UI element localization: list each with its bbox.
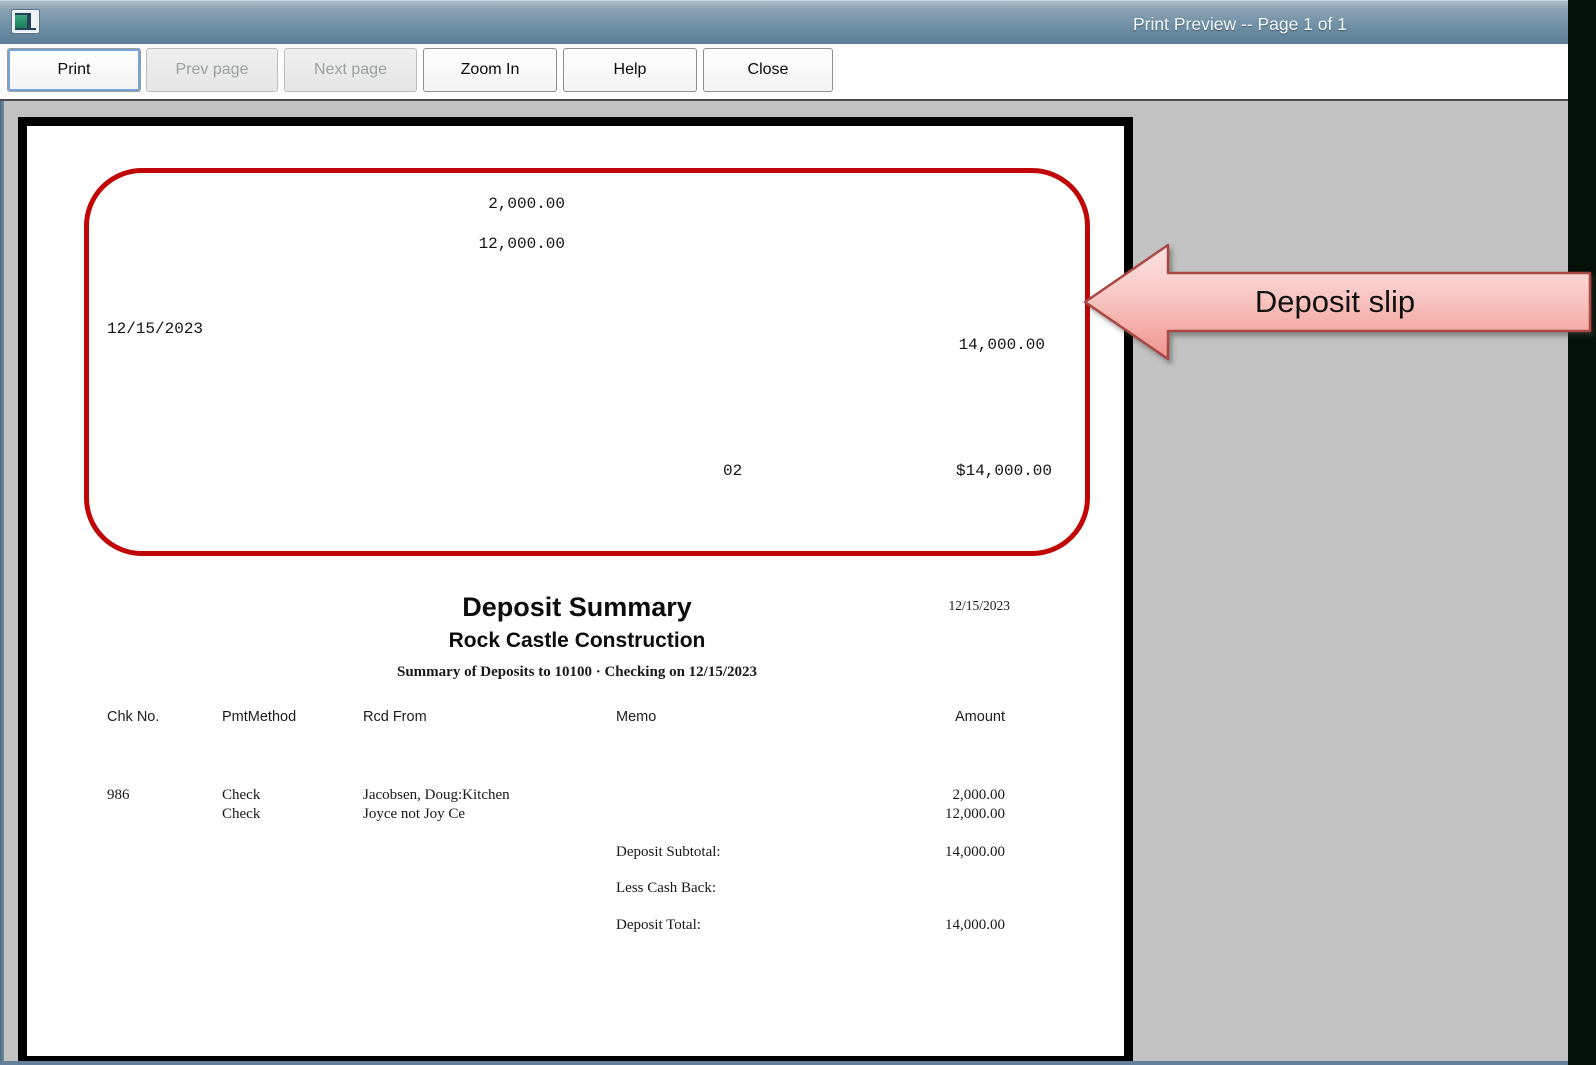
page-frame: 2,000.00 12,000.00 12/15/2023 14,000.00 … — [18, 117, 1133, 1065]
deposit-slip-arrow-annotation: Deposit slip — [1055, 225, 1596, 375]
help-button[interactable]: Help — [563, 48, 697, 92]
table-row-pmt: Check — [222, 787, 260, 804]
report-company: Rock Castle Construction — [177, 629, 977, 653]
toolbar: Print Prev page Next page Zoom In Help C… — [0, 44, 1568, 99]
zoom-in-button[interactable]: Zoom In — [423, 48, 557, 92]
table-row-amount: 12,000.00 — [835, 806, 1005, 823]
title-bar[interactable]: Print Preview -- Page 1 of 1 — [0, 0, 1568, 44]
window-icon-white-pane — [31, 13, 36, 28]
summary-label-total: Deposit Total: — [616, 917, 701, 934]
prev-page-button[interactable]: Prev page — [146, 48, 278, 92]
table-row-amount: 2,000.00 — [835, 787, 1005, 804]
column-header-amount: Amount — [835, 709, 1005, 725]
slip-check-amount-2: 12,000.00 — [395, 235, 565, 253]
slip-total: $14,000.00 — [882, 462, 1052, 480]
deposit-slip-highlight-outline — [84, 168, 1090, 556]
table-row-rcd-from: Jacobsen, Doug:Kitchen — [363, 787, 510, 804]
slip-check-amount-1: 2,000.00 — [395, 195, 565, 213]
slip-item-count: 02 — [723, 462, 742, 480]
slip-date: 12/15/2023 — [107, 320, 203, 338]
report-title: Deposit Summary — [177, 592, 977, 623]
annotation-label: Deposit slip — [1255, 284, 1415, 319]
close-button[interactable]: Close — [703, 48, 833, 92]
window-icon-green-pane — [15, 15, 27, 28]
window-border-left — [0, 101, 4, 1065]
column-header-chk-no: Chk No. — [107, 709, 159, 725]
slip-subtotal: 14,000.00 — [875, 336, 1045, 354]
report-subtitle: Summary of Deposits to 10100 · Checking … — [177, 664, 977, 681]
print-preview-window-icon — [12, 10, 39, 33]
summary-label-subtotal: Deposit Subtotal: — [616, 844, 721, 861]
report-date: 12/15/2023 — [948, 598, 1010, 614]
table-row-pmt: Check — [222, 806, 260, 823]
column-header-memo: Memo — [616, 709, 656, 725]
screen: Print Preview -- Page 1 of 1 Print Prev … — [0, 0, 1596, 1065]
window-border-bottom — [0, 1061, 1568, 1065]
column-header-rcd-from: Rcd From — [363, 709, 427, 725]
column-header-pmt-method: PmtMethod — [222, 709, 296, 725]
summary-amount-subtotal: 14,000.00 — [835, 844, 1005, 861]
print-button[interactable]: Print — [7, 48, 141, 92]
table-row-rcd-from: Joyce not Joy Ce — [363, 806, 465, 823]
window-title: Print Preview -- Page 1 of 1 — [980, 1, 1500, 45]
table-row-chk-no: 986 — [107, 787, 130, 804]
printed-page: 2,000.00 12,000.00 12/15/2023 14,000.00 … — [27, 126, 1124, 1056]
next-page-button[interactable]: Next page — [284, 48, 417, 92]
summary-label-less-cash-back: Less Cash Back: — [616, 880, 716, 897]
summary-amount-total: 14,000.00 — [835, 917, 1005, 934]
